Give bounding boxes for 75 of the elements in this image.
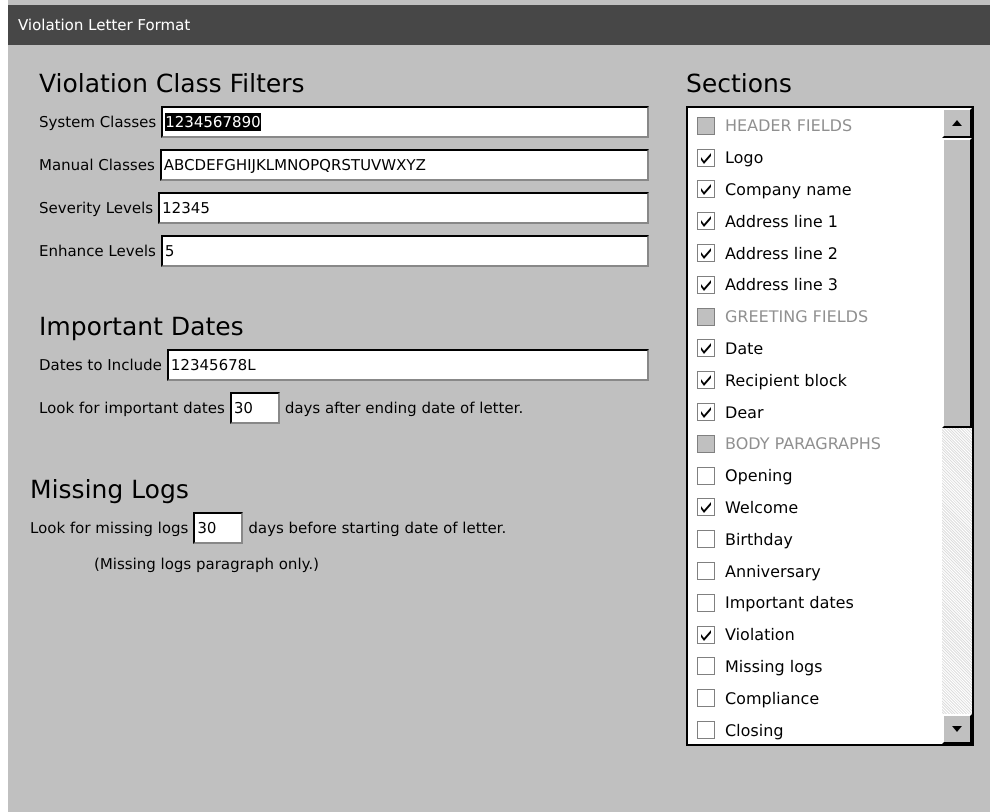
list-item-label[interactable]: Important dates	[725, 593, 854, 612]
list-item-label[interactable]: Logo	[725, 148, 764, 168]
checkbox[interactable]	[697, 594, 715, 612]
list-item-label[interactable]: Company name	[725, 180, 852, 199]
field-label: days before starting date of letter.	[248, 519, 506, 537]
checkbox[interactable]	[697, 562, 715, 580]
field-label: Look for important dates	[39, 399, 225, 417]
list-item-label[interactable]: Opening	[725, 466, 792, 486]
window-title: Violation Letter Format	[18, 16, 190, 34]
scroll-thumb[interactable]	[942, 138, 972, 428]
checkbox[interactable]	[697, 180, 715, 198]
field-label: Enhance Levels	[39, 242, 156, 260]
list-item-label[interactable]: Welcome	[725, 498, 798, 517]
list-item-label[interactable]: Missing logs	[725, 656, 822, 676]
note-text: (Missing logs paragraph only.)	[94, 555, 320, 573]
check-icon	[699, 628, 713, 642]
section-heading: Sections	[686, 69, 793, 98]
list-item-label[interactable]: Recipient block	[725, 370, 847, 390]
checkbox[interactable]	[697, 657, 715, 676]
check-icon	[699, 373, 713, 388]
checkbox[interactable]	[697, 276, 715, 294]
check-icon	[699, 405, 713, 420]
checkbox[interactable]	[697, 339, 715, 358]
down-arrow-icon	[951, 725, 963, 733]
checkbox[interactable]	[697, 530, 715, 548]
checkbox[interactable]	[697, 689, 715, 708]
checkbox[interactable]	[697, 466, 715, 485]
text-field[interactable]: 5	[160, 235, 649, 267]
list-item-label[interactable]: Compliance	[725, 688, 820, 708]
list-item-label[interactable]: Address line 3	[725, 275, 838, 294]
up-arrow-icon	[951, 119, 963, 127]
text-field[interactable]: ABCDEFGHIJKLMNOPQRSTUVWXYZ	[160, 149, 649, 181]
checkbox[interactable]	[697, 244, 715, 262]
check-icon	[699, 150, 713, 165]
list-item-label[interactable]: Closing	[725, 720, 784, 740]
section-heading: Missing Logs	[30, 475, 190, 504]
section-heading: Violation Class Filters	[39, 69, 306, 98]
checkbox[interactable]	[697, 371, 715, 390]
days-field[interactable]: 30	[193, 512, 244, 544]
text-field[interactable]: 12345	[158, 192, 649, 224]
group-label: GREETING FIELDS	[725, 307, 868, 326]
list-item-label[interactable]: Violation	[725, 625, 795, 644]
field-label: System Classes	[39, 113, 156, 131]
field-label: days after ending date of letter.	[284, 399, 524, 417]
check-icon	[699, 214, 713, 228]
list-item-label[interactable]: Address line 2	[725, 244, 838, 263]
check-icon	[699, 182, 713, 196]
section-heading: Important Dates	[39, 312, 245, 341]
scroll-down-button[interactable]	[942, 714, 972, 744]
scrollbar[interactable]	[942, 108, 972, 744]
checkbox[interactable]	[697, 498, 715, 516]
list-item-label[interactable]: Dear	[725, 402, 764, 422]
text-field[interactable]: 12345678L	[166, 349, 649, 381]
group-label: BODY PARAGRAPHS	[725, 434, 881, 454]
list-item-label[interactable]: Anniversary	[725, 562, 821, 581]
checkbox[interactable]	[697, 721, 715, 740]
days-field[interactable]: 30	[230, 392, 280, 424]
checkbox[interactable]	[697, 148, 715, 167]
check-icon	[699, 278, 713, 292]
field-label: Look for missing logs	[30, 519, 188, 537]
list-item-label[interactable]: Date	[725, 338, 764, 358]
checkbox[interactable]	[697, 626, 715, 644]
check-icon	[699, 246, 713, 260]
checkbox[interactable]	[697, 212, 715, 230]
group-label: HEADER FIELDS	[725, 116, 852, 136]
field-label: Manual Classes	[39, 156, 155, 174]
scroll-up-button[interactable]	[942, 108, 972, 138]
list-item-label[interactable]: Birthday	[725, 530, 793, 549]
checkbox[interactable]	[697, 403, 715, 422]
check-icon	[699, 500, 713, 514]
check-icon	[699, 341, 713, 356]
text-field[interactable]: 1234567890	[161, 106, 649, 138]
field-label: Dates to Include	[39, 356, 162, 374]
list-item-label[interactable]: Address line 1	[725, 212, 838, 231]
field-label: Severity Levels	[39, 199, 154, 217]
